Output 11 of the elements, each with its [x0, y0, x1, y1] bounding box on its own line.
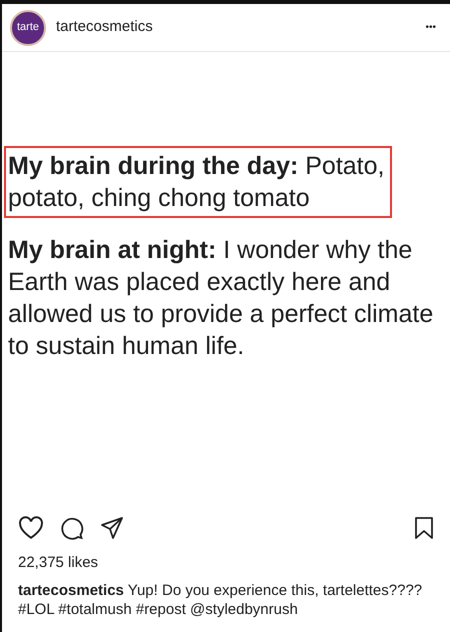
meme-text: My brain during the day: Potato, potato, ching chong tomato	[4, 146, 392, 218]
comment-icon[interactable]	[60, 516, 84, 540]
caption: tartecosmetics Yup! Do you experience this, tartelettes???? #LOL #totalmush #repost @styledbynrush	[17, 580, 424, 618]
meme-text: My brain at night: I wonder why the Earth was placed exactly here and allowed us to provide a perfect climate to sustain human life.	[7, 235, 434, 362]
send-icon[interactable]	[100, 516, 124, 540]
heart-icon[interactable]	[18, 516, 44, 540]
more-button[interactable]: •••	[425, 20, 436, 35]
avatar[interactable]: tarte	[10, 10, 46, 46]
username[interactable]: tartecosmetics	[56, 16, 153, 39]
bookmark-icon[interactable]	[414, 516, 434, 540]
likes-count: 22,375 likes	[17, 553, 100, 573]
